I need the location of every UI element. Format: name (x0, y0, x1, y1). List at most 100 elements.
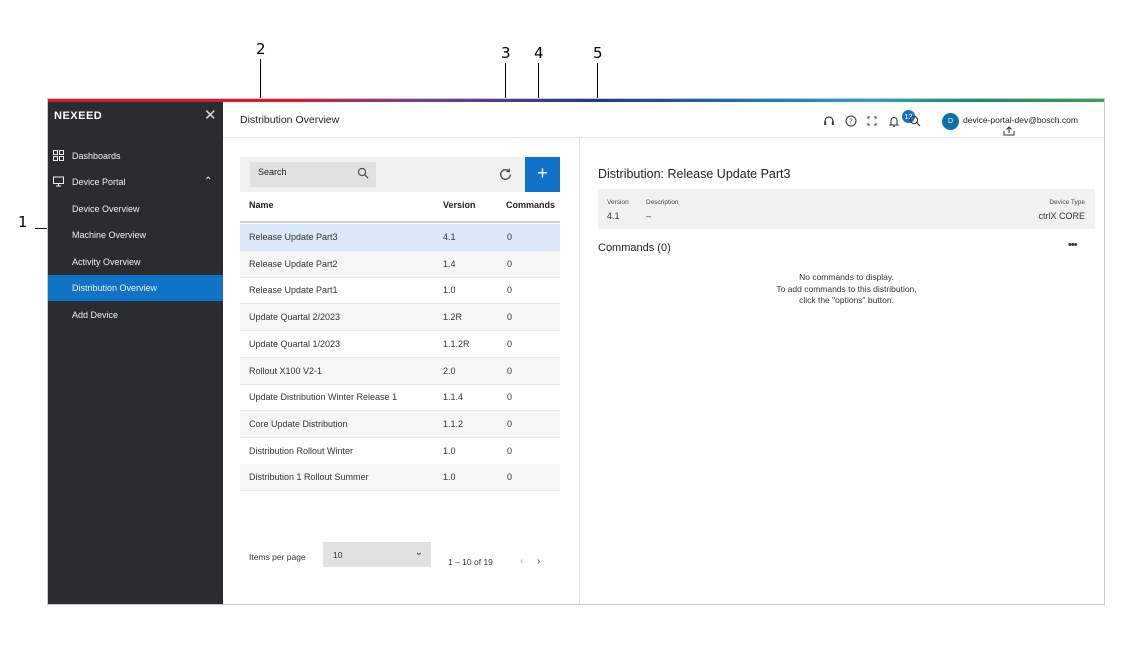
table-row[interactable]: Update Quartal 2/2023 1.2R 0 (240, 304, 560, 332)
row-version: 1.1.2R (443, 338, 470, 349)
chevron-up-icon: ⌃ (204, 176, 213, 187)
headset-icon[interactable] (823, 115, 835, 127)
row-commands: 0 (507, 258, 513, 269)
upload-icon[interactable] (1003, 126, 1015, 136)
detail-title: Distribution: Release Update Part3 (598, 167, 791, 181)
callout-5: 5 (593, 44, 603, 62)
device-type-label: Device Type (1049, 199, 1085, 206)
table-row[interactable]: Update Quartal 1/2023 1.1.2R 0 (240, 331, 560, 358)
plus-icon: + (537, 163, 548, 183)
search-input[interactable] (258, 167, 353, 177)
empty-commands-message: No commands to display. To add commands … (598, 272, 1095, 307)
sidebar-item-label: Dashboards (72, 151, 121, 161)
empty-line: No commands to display. (799, 272, 894, 282)
table-row[interactable]: Update Distribution Winter Release 1 1.1.… (240, 384, 560, 412)
row-commands: 0 (507, 392, 513, 403)
row-version: 1.2R (443, 312, 463, 323)
items-per-page-label: Items per page (249, 552, 306, 562)
table-row[interactable]: Release Update Part1 1.0 0 (240, 277, 560, 305)
sidebar-item-label: Machine Overview (72, 230, 147, 240)
row-commands: 0 (507, 312, 513, 323)
row-name: Release Update Part2 (249, 258, 338, 269)
sidebar-item-machine-overview[interactable]: Machine Overview (48, 222, 223, 248)
table-row[interactable]: Distribution 1 Rollout Summer 1.0 0 (240, 464, 560, 492)
row-commands: 0 (507, 418, 513, 429)
sidebar-item-activity-overview[interactable]: Activity Overview (48, 249, 223, 275)
column-header-name[interactable]: Name (249, 200, 274, 210)
version-value: 4.1 (607, 211, 620, 221)
row-name: Core Update Distribution (249, 418, 348, 429)
table-row[interactable]: Release Update Part3 4.1 0 (240, 224, 560, 251)
row-commands: 0 (507, 338, 513, 349)
table-row[interactable]: Core Update Distribution 1.1.2 0 (240, 410, 560, 438)
row-commands: 0 (507, 285, 513, 296)
callout-3: 3 (501, 44, 511, 62)
sidebar-item-device-portal[interactable]: Device Portal ⌃ (48, 169, 223, 195)
help-icon[interactable]: ? (845, 115, 857, 127)
user-email[interactable]: device-portal-dev@bosch.com (963, 115, 1078, 125)
row-name: Distribution Rollout Winter (249, 445, 354, 456)
version-label: Version (607, 199, 629, 206)
page-title: Distribution Overview (240, 114, 340, 126)
brand-logo: NEXEED (54, 110, 103, 122)
sidebar-item-label: Distribution Overview (72, 283, 158, 293)
items-per-page-select[interactable]: 10 ⌄ (323, 542, 431, 567)
sidebar-item-dashboards[interactable]: Dashboards (48, 143, 223, 169)
row-commands: 0 (507, 365, 513, 376)
sidebar: NEXEED ✕ Dashboards Device Portal ⌃ Devi… (48, 102, 223, 604)
row-version: 1.4 (443, 258, 456, 269)
close-sidebar-icon[interactable]: ✕ (204, 106, 217, 124)
callout-4: 4 (534, 44, 544, 62)
row-version: 2.0 (443, 365, 456, 376)
chevron-down-icon: ⌄ (414, 547, 423, 558)
row-version: 1.1.2 (443, 418, 464, 429)
sidebar-item-label: Add Device (72, 310, 119, 320)
row-name: Update Quartal 2/2023 (249, 312, 341, 323)
row-name: Release Update Part3 (249, 232, 338, 242)
table-row[interactable]: Release Update Part2 1.4 0 (240, 250, 560, 278)
column-header-commands[interactable]: Commands (506, 200, 555, 210)
row-version: 1.0 (443, 445, 456, 456)
row-name: Update Quartal 1/2023 (249, 338, 341, 349)
bell-icon[interactable] (888, 115, 900, 127)
pagination-range: 1 – 10 of 19 (448, 557, 493, 567)
more-options-icon[interactable]: ••• (1068, 239, 1078, 251)
empty-line: To add commands to this distribution, (776, 283, 917, 294)
sidebar-item-label: Device Overview (72, 204, 140, 214)
device-portal-icon (53, 176, 64, 187)
table-header-divider (240, 221, 560, 223)
sidebar-item-distribution-overview[interactable]: Distribution Overview (48, 275, 223, 301)
avatar[interactable]: D (942, 113, 959, 130)
grid-icon (53, 150, 64, 161)
items-per-page-value: 10 (333, 550, 343, 560)
refresh-icon[interactable] (498, 167, 513, 182)
column-header-version[interactable]: Version (443, 200, 476, 210)
row-commands: 0 (507, 445, 513, 456)
sidebar-item-device-overview[interactable]: Device Overview (48, 196, 223, 222)
add-distribution-button[interactable]: + (525, 157, 560, 192)
row-name: Distribution 1 Rollout Summer (249, 472, 369, 483)
description-value: – (646, 211, 652, 221)
table-row[interactable]: Rollout X100 V2-1 2.0 0 (240, 357, 560, 385)
search-icon[interactable] (909, 115, 921, 127)
next-page-icon[interactable]: › (537, 556, 540, 567)
list-toolbar: + (240, 157, 560, 192)
search-box[interactable] (250, 162, 376, 187)
empty-line: click the "options" button. (799, 295, 894, 305)
sidebar-item-add-device[interactable]: Add Device (48, 302, 223, 328)
row-name: Update Distribution Winter Release 1 (249, 392, 398, 403)
callout-2: 2 (256, 40, 266, 58)
previous-page-icon[interactable]: ‹ (520, 556, 523, 567)
sidebar-item-label: Device Portal (72, 177, 126, 187)
distribution-detail-panel: Distribution: Release Update Part3 Versi… (579, 138, 1104, 604)
row-name: Release Update Part1 (249, 285, 338, 296)
commands-heading: Commands (0) (598, 242, 671, 254)
fullscreen-icon[interactable] (866, 115, 878, 127)
table-row[interactable]: Distribution Rollout Winter 1.0 0 (240, 438, 560, 465)
row-version: 1.1.4 (443, 392, 464, 403)
search-icon[interactable] (357, 167, 369, 179)
row-commands: 0 (507, 232, 513, 242)
device-type-value: ctrlX CORE (1038, 211, 1085, 221)
row-name: Rollout X100 V2-1 (249, 365, 323, 376)
row-commands: 0 (507, 472, 513, 483)
